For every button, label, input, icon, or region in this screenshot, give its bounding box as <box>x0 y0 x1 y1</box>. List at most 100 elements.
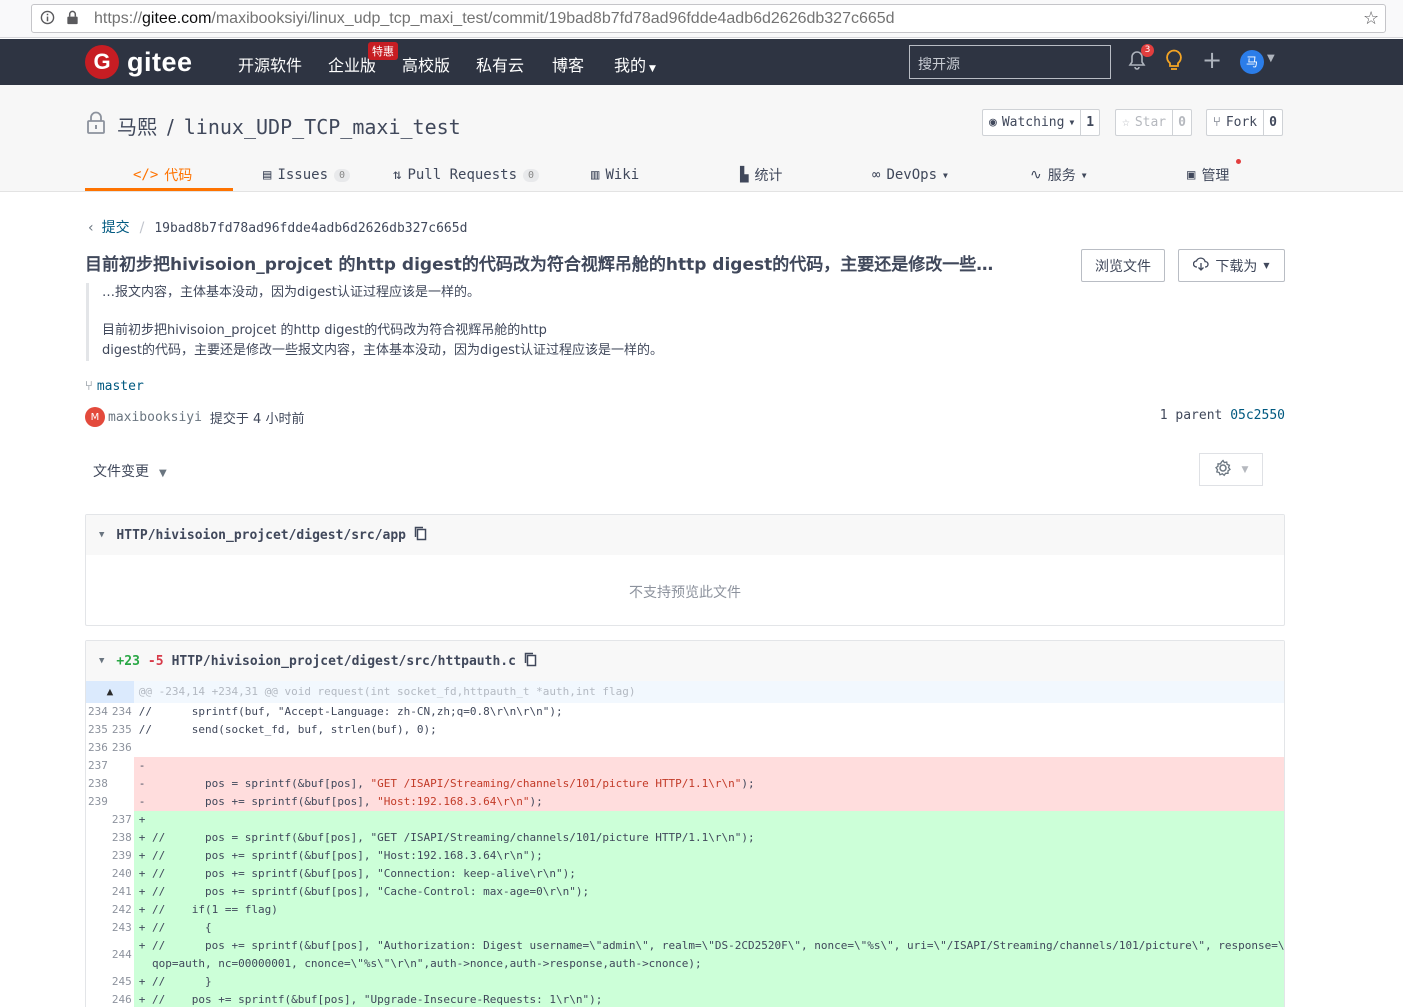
new-line-number[interactable]: 235 <box>110 721 134 739</box>
new-line-number[interactable] <box>109 793 134 811</box>
diff-file-app: ▼ HTTP/hivisoion_projcet/digest/src/app … <box>85 514 1285 626</box>
repo-owner[interactable]: 马熙 <box>117 115 157 139</box>
tab-code[interactable]: </> 代码 <box>133 159 192 191</box>
new-line-number[interactable] <box>109 775 134 793</box>
code-line: + // pos += sprintf(&buf[pos], "Host:192… <box>133 847 1284 865</box>
user-avatar[interactable]: 马 <box>1240 50 1264 74</box>
old-line-number[interactable] <box>86 973 110 991</box>
chevron-left-icon[interactable]: ‹ <box>88 220 94 236</box>
plus-icon[interactable]: + <box>1202 46 1222 74</box>
new-line-number[interactable]: 234 <box>110 703 134 721</box>
nav-education[interactable]: 高校版 <box>402 52 450 76</box>
old-line-number[interactable] <box>86 883 110 901</box>
file-path[interactable]: HTTP/hivisoion_projcet/digest/src/httpau… <box>172 654 516 669</box>
old-line-number[interactable] <box>86 829 110 847</box>
tab-issues[interactable]: ▤ Issues 0 <box>263 159 351 191</box>
active-tab-indicator <box>85 188 233 191</box>
code-text: + // pos += sprintf(&buf[pos], "Authoriz… <box>138 939 1285 952</box>
diff-line: 238 - pos = sprintf(&buf[pos], "GET /ISAP… <box>86 775 1284 793</box>
diff-line: 239 - pos += sprintf(&buf[pos], "Host:192… <box>86 793 1284 811</box>
old-line-number[interactable]: 236 <box>86 739 110 757</box>
bookmark-star-icon[interactable]: ☆ <box>1363 8 1379 29</box>
fork-button[interactable]: ⑂ Fork 0 <box>1206 109 1283 136</box>
new-line-number[interactable]: 244 <box>109 937 134 973</box>
old-line-number[interactable] <box>86 901 110 919</box>
author-name[interactable]: maxibooksiyi <box>108 410 202 425</box>
star-count[interactable]: 0 <box>1172 110 1191 135</box>
code-line: + // { <box>133 919 1284 937</box>
hunk-header: @@ -234,14 +234,31 @@ void request(int s… <box>133 681 1284 703</box>
old-line-number[interactable] <box>86 847 110 865</box>
nav-open-source[interactable]: 开源软件 <box>238 52 302 76</box>
branch-link[interactable]: master <box>97 379 144 394</box>
old-line-number[interactable]: 239 <box>86 793 110 811</box>
new-line-number[interactable]: 240 <box>109 865 134 883</box>
parent-hash-link[interactable]: 05c2550 <box>1230 408 1285 423</box>
pulse-icon: ∿ <box>1030 167 1042 183</box>
caret-down-icon[interactable]: ▼ <box>1267 53 1275 64</box>
diff-settings-button[interactable]: ▼ <box>1199 453 1263 486</box>
watch-count[interactable]: 1 <box>1080 110 1099 135</box>
gitee-logo[interactable]: G gitee <box>85 45 193 79</box>
new-line-number[interactable]: 238 <box>109 829 134 847</box>
collapse-triangle-icon[interactable]: ▼ <box>99 530 104 540</box>
new-line-number[interactable]: 239 <box>109 847 134 865</box>
file-changes-dropdown[interactable]: 文件变更 ▼ <box>93 461 167 481</box>
breadcrumb-commit-hash: 19bad8b7fd78ad96fdde4adb6d2626db327c665d <box>154 221 468 236</box>
lock-icon[interactable] <box>66 10 79 29</box>
old-line-number[interactable] <box>86 919 110 937</box>
notification-badge: 3 <box>1141 44 1154 57</box>
new-line-number[interactable]: 237 <box>109 811 134 829</box>
expand-up-icon[interactable]: ▲ <box>86 681 134 703</box>
nav-private-cloud[interactable]: 私有云 <box>476 52 524 76</box>
new-line-number[interactable]: 245 <box>109 973 134 991</box>
star-button[interactable]: ☆ Star 0 <box>1115 109 1192 136</box>
new-line-number[interactable]: 246 <box>109 991 134 1007</box>
old-line-number[interactable]: 235 <box>86 721 110 739</box>
tab-manage[interactable]: ▣ 管理 <box>1187 159 1229 191</box>
tab-services[interactable]: ∿ 服务 ▼ <box>1030 159 1087 191</box>
breadcrumb-commits-link[interactable]: 提交 <box>102 220 130 236</box>
browse-files-button[interactable]: 浏览文件 <box>1081 249 1165 282</box>
file-path[interactable]: HTTP/hivisoion_projcet/digest/src/app <box>116 528 406 543</box>
new-line-number[interactable] <box>109 757 134 775</box>
old-line-number[interactable] <box>86 937 110 973</box>
new-line-number[interactable]: 243 <box>109 919 134 937</box>
tab-stats[interactable]: ▙ 统计 <box>740 159 782 191</box>
diff-file-httpauth: ▼ +23 -5 HTTP/hivisoion_projcet/digest/s… <box>85 640 1285 1007</box>
search-input[interactable]: 搜开源 <box>909 45 1111 79</box>
old-line-number[interactable]: 234 <box>86 703 110 721</box>
address-bar[interactable]: https://gitee.com/maxibooksiyi/linux_udp… <box>31 4 1386 33</box>
fork-count[interactable]: 0 <box>1263 110 1282 135</box>
copy-icon[interactable] <box>414 526 427 545</box>
old-line-number[interactable]: 237 <box>86 757 110 775</box>
diff-line: 240 + // pos += sprintf(&buf[pos], "Conne… <box>86 865 1284 883</box>
promo-badge: 特惠 <box>368 42 398 60</box>
new-line-number[interactable]: 236 <box>110 739 134 757</box>
breadcrumb: ‹ 提交 / 19bad8b7fd78ad96fdde4adb6d2626db327c… <box>88 217 467 237</box>
nav-mine[interactable]: 我的 ▼ <box>614 52 656 76</box>
download-button[interactable]: 下载为 ▼ <box>1178 249 1285 282</box>
diff-file-header: ▼ HTTP/hivisoion_projcet/digest/src/app <box>86 515 1284 555</box>
old-line-number[interactable] <box>86 865 110 883</box>
tab-pull-requests[interactable]: ⇅ Pull Requests 0 <box>393 159 540 191</box>
old-line-number[interactable] <box>86 811 110 829</box>
new-line-number[interactable]: 241 <box>109 883 134 901</box>
new-line-number[interactable]: 242 <box>109 901 134 919</box>
author-avatar[interactable]: M <box>85 407 105 427</box>
collapse-triangle-icon[interactable]: ▼ <box>99 656 104 666</box>
repo-name[interactable]: linux_UDP_TCP_maxi_test <box>184 115 461 139</box>
watch-button[interactable]: ◉ Watching ▼ 1 <box>982 109 1101 136</box>
nav-blog[interactable]: 博客 <box>552 52 584 76</box>
caret-down-icon: ▼ <box>1241 464 1249 475</box>
old-line-number[interactable] <box>86 991 110 1007</box>
info-icon[interactable] <box>40 10 55 29</box>
copy-icon[interactable] <box>524 652 537 671</box>
old-line-number[interactable]: 238 <box>86 775 110 793</box>
lightbulb-icon[interactable] <box>1165 49 1183 76</box>
url-text[interactable]: https://gitee.com/maxibooksiyi/linux_udp… <box>94 10 895 28</box>
tab-devops[interactable]: ∞ DevOps ▼ <box>872 159 948 191</box>
code-icon: </> <box>133 167 159 183</box>
tab-wiki[interactable]: ▥ Wiki <box>591 159 639 191</box>
gear-icon <box>1214 458 1232 481</box>
